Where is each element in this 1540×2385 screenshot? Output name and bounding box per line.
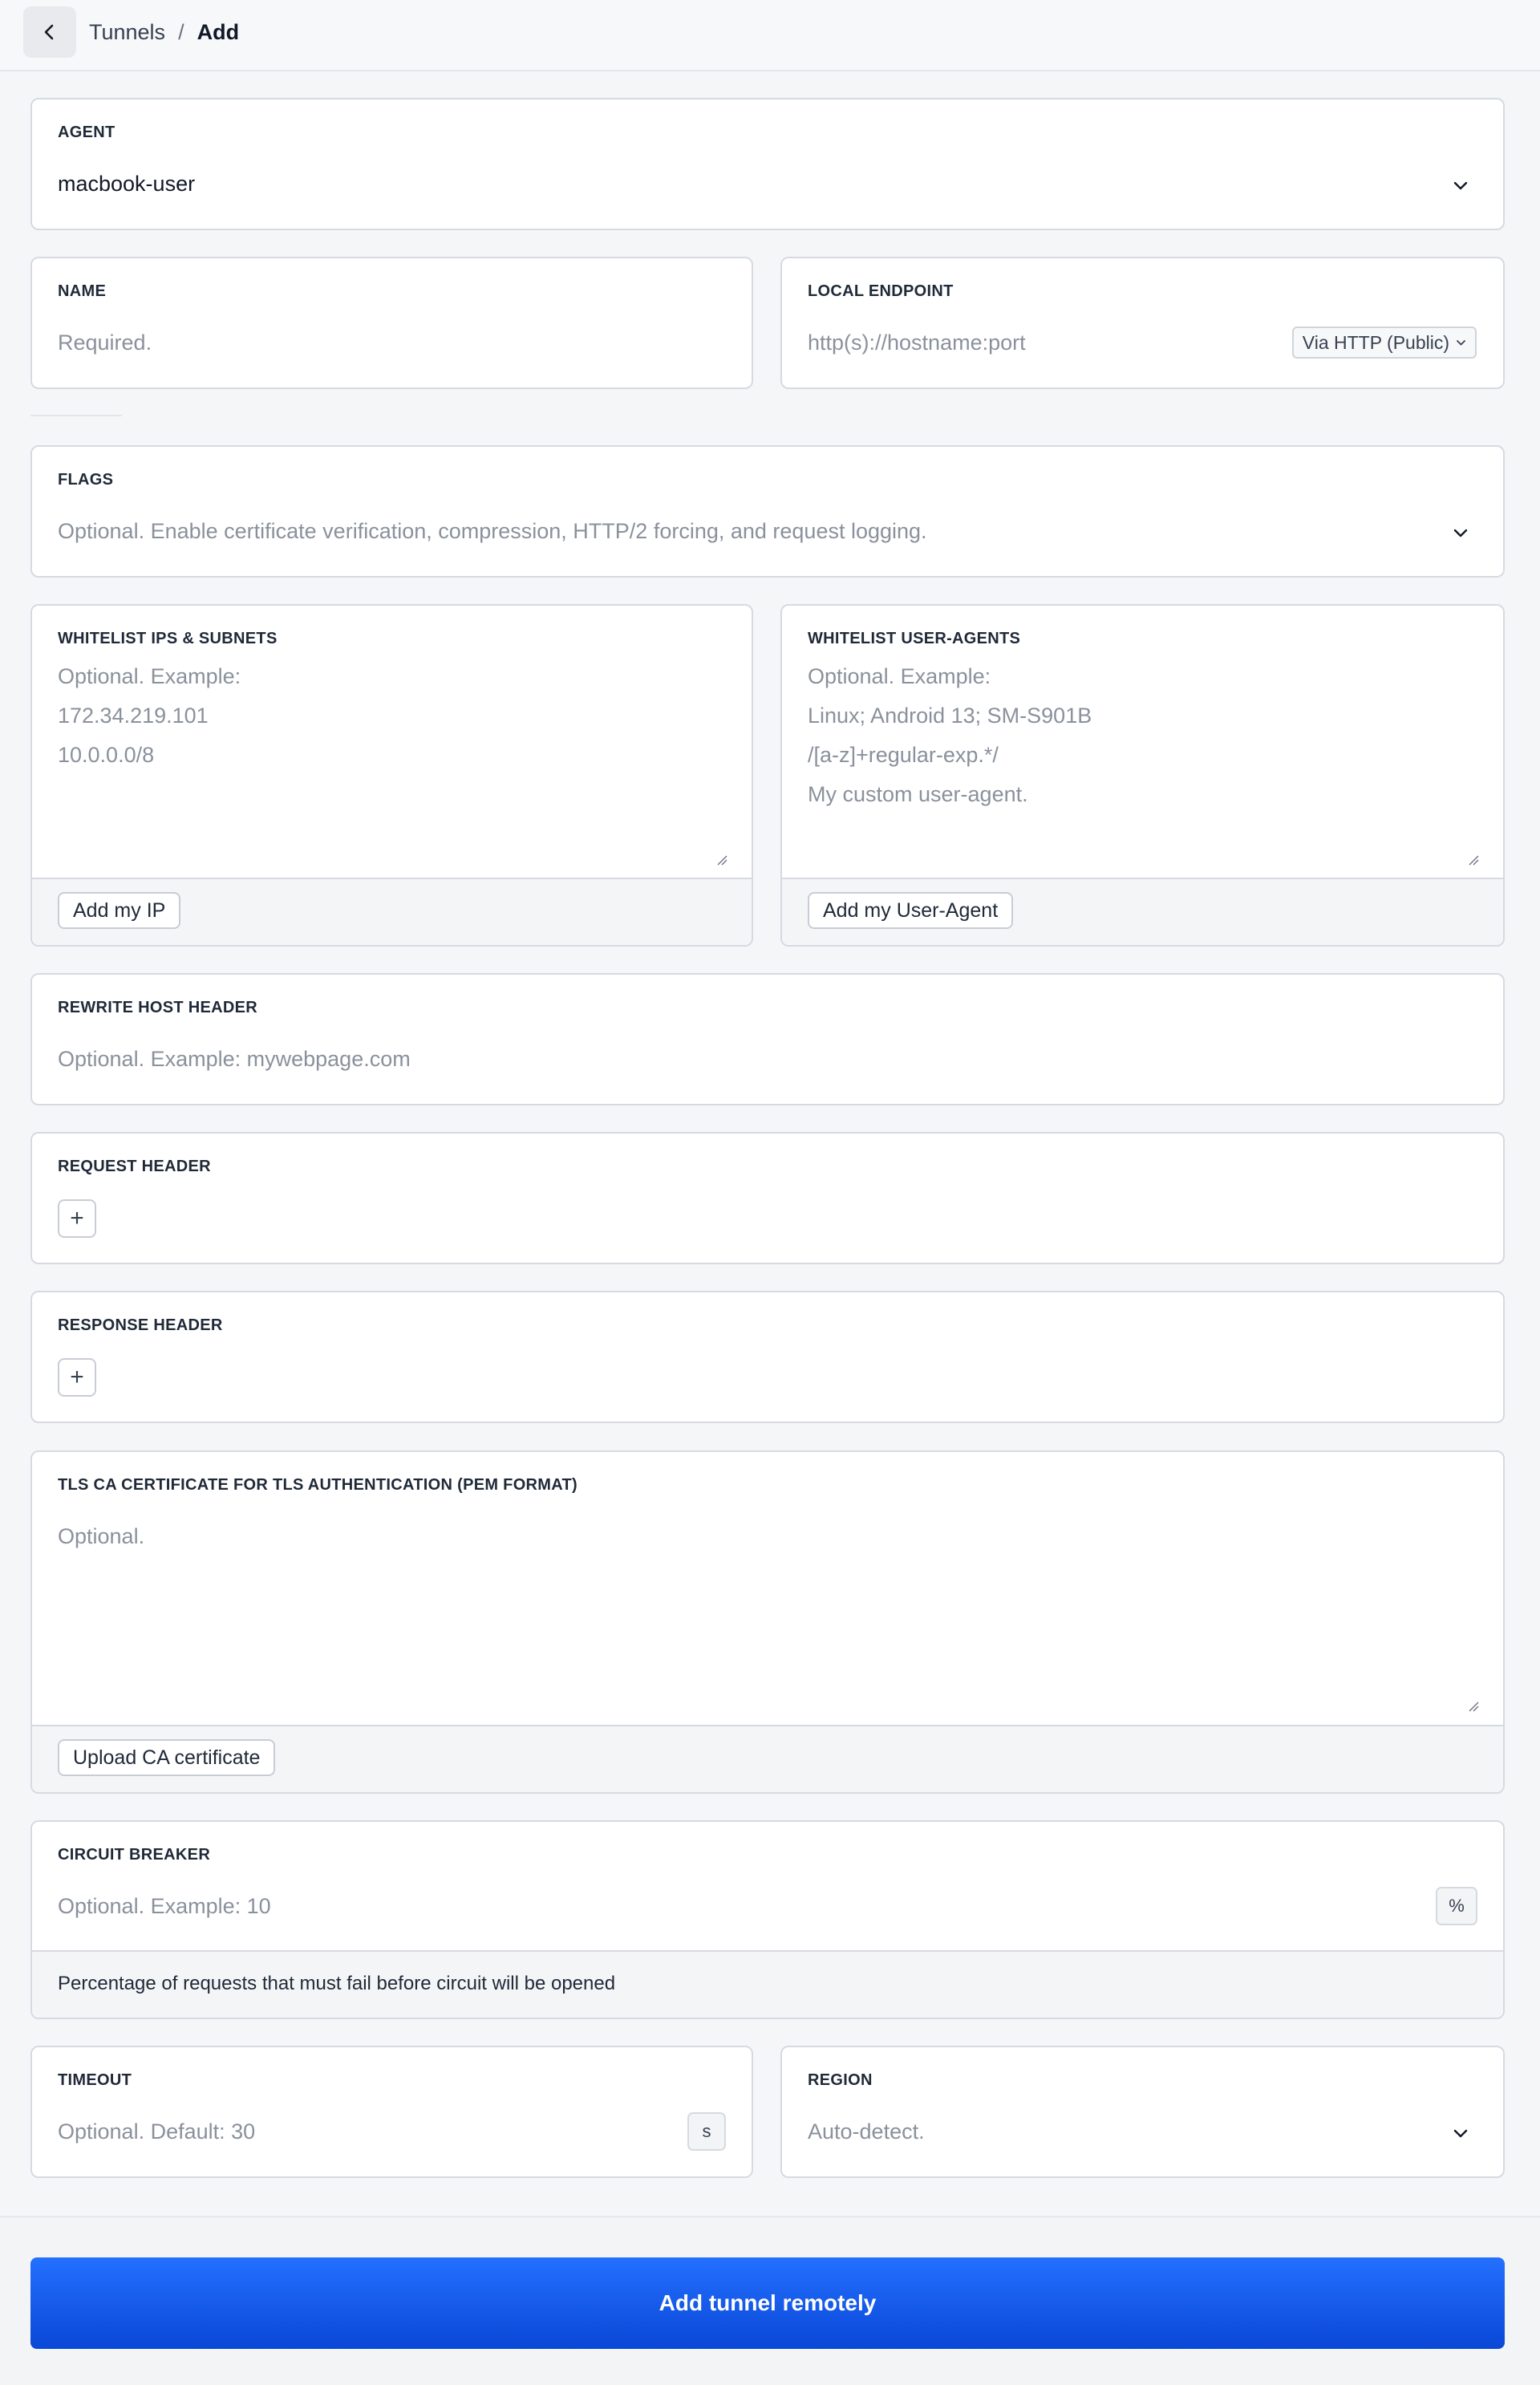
tls-ca-label: TLS CA CERTIFICATE FOR TLS AUTHENTICATIO…	[58, 1476, 578, 1494]
seconds-unit-badge: s	[687, 2112, 726, 2151]
name-field[interactable]: NAME Required.	[30, 257, 753, 389]
chevron-down-icon	[1457, 339, 1465, 345]
tls-ca-field: TLS CA CERTIFICATE FOR TLS AUTHENTICATIO…	[30, 1450, 1505, 1794]
response-header-section: RESPONSE HEADER +	[30, 1291, 1505, 1423]
section-divider	[30, 415, 122, 416]
circuit-breaker-field: CIRCUIT BREAKER Optional. Example: 10 % …	[30, 1820, 1505, 2019]
add-request-header-button[interactable]: +	[58, 1199, 96, 1238]
chevron-down-icon[interactable]	[1450, 176, 1471, 197]
circuit-breaker-input[interactable]: Optional. Example: 10	[58, 1894, 271, 1919]
tls-ca-footer: Upload CA certificate	[32, 1725, 1503, 1792]
rewrite-host-header-label: REWRITE HOST HEADER	[58, 999, 258, 1016]
whitelist-user-agents-label: WHITELIST USER-AGENTS	[808, 630, 1021, 647]
tls-ca-textarea[interactable]: Optional.	[58, 1524, 144, 1549]
resize-handle-icon[interactable]	[1468, 1701, 1479, 1712]
circuit-breaker-helper-bar: Percentage of requests that must fail be…	[32, 1950, 1503, 2018]
breadcrumb-separator: /	[178, 19, 184, 44]
breadcrumb-current: Add	[197, 19, 240, 44]
add-response-header-button[interactable]: +	[58, 1358, 96, 1397]
agent-value: macbook-user	[58, 172, 196, 196]
region-placeholder: Auto-detect.	[808, 2119, 925, 2144]
rewrite-host-header-field[interactable]: REWRITE HOST HEADER Optional. Example: m…	[30, 973, 1505, 1105]
resize-handle-icon[interactable]	[1468, 854, 1479, 866]
whitelist-ips-textarea[interactable]: Optional. Example: 172.34.219.101 10.0.0…	[58, 657, 241, 775]
breadcrumb-tunnels[interactable]: Tunnels	[89, 20, 165, 45]
flags-placeholder: Optional. Enable certificate verificatio…	[58, 519, 927, 543]
local-endpoint-input[interactable]: http(s)://hostname:port	[808, 331, 1026, 355]
whitelist-ips-label: WHITELIST IPS & SUBNETS	[58, 630, 278, 647]
breadcrumb: Tunnels / Add	[89, 16, 239, 48]
response-header-label: RESPONSE HEADER	[58, 1316, 223, 1334]
agent-select[interactable]: AGENT macbook-user	[30, 98, 1505, 230]
circuit-breaker-label: CIRCUIT BREAKER	[58, 1846, 211, 1864]
whitelist-ips-field: WHITELIST IPS & SUBNETS Optional. Exampl…	[30, 604, 753, 947]
request-header-section: REQUEST HEADER +	[30, 1132, 1505, 1264]
whitelist-ips-footer: Add my IP	[32, 878, 752, 945]
flags-label: FLAGS	[58, 471, 114, 489]
rewrite-host-header-input[interactable]: Optional. Example: mywebpage.com	[58, 1047, 411, 1072]
name-label: NAME	[58, 282, 107, 300]
request-header-label: REQUEST HEADER	[58, 1158, 211, 1175]
chevron-down-icon[interactable]	[1450, 523, 1471, 544]
whitelist-user-agents-textarea[interactable]: Optional. Example: Linux; Android 13; SM…	[808, 657, 1092, 814]
whitelist-user-agents-footer: Add my User-Agent	[782, 878, 1503, 945]
endpoint-mode-value: Via HTTP (Public)	[1302, 331, 1449, 353]
endpoint-mode-select[interactable]: Via HTTP (Public)	[1291, 327, 1477, 359]
agent-label: AGENT	[58, 124, 116, 141]
flags-select[interactable]: FLAGS Optional. Enable certificate verif…	[30, 445, 1505, 578]
timeout-label: TIMEOUT	[58, 2071, 132, 2089]
local-endpoint-field[interactable]: LOCAL ENDPOINT http(s)://hostname:port V…	[780, 257, 1505, 389]
circuit-breaker-helper-text: Percentage of requests that must fail be…	[58, 1973, 616, 1994]
local-endpoint-label: LOCAL ENDPOINT	[808, 282, 954, 300]
top-bar: Tunnels / Add	[0, 0, 1540, 71]
add-tunnel-remotely-button[interactable]: Add tunnel remotely	[30, 2257, 1505, 2349]
chevron-left-icon	[44, 24, 54, 40]
add-my-user-agent-button[interactable]: Add my User-Agent	[808, 892, 1014, 929]
percent-unit-badge: %	[1436, 1887, 1477, 1925]
whitelist-user-agents-field: WHITELIST USER-AGENTS Optional. Example:…	[780, 604, 1505, 947]
chevron-down-icon[interactable]	[1450, 2123, 1471, 2144]
back-button[interactable]	[23, 6, 76, 58]
resize-handle-icon[interactable]	[716, 854, 727, 866]
timeout-input[interactable]: Optional. Default: 30	[58, 2119, 255, 2144]
region-label: REGION	[808, 2071, 873, 2089]
name-input[interactable]: Required.	[58, 331, 152, 355]
upload-ca-certificate-button[interactable]: Upload CA certificate	[58, 1739, 276, 1776]
region-select[interactable]: REGION Auto-detect.	[780, 2046, 1505, 2178]
add-my-ip-button[interactable]: Add my IP	[58, 892, 181, 929]
timeout-field[interactable]: TIMEOUT Optional. Default: 30 s	[30, 2046, 753, 2178]
